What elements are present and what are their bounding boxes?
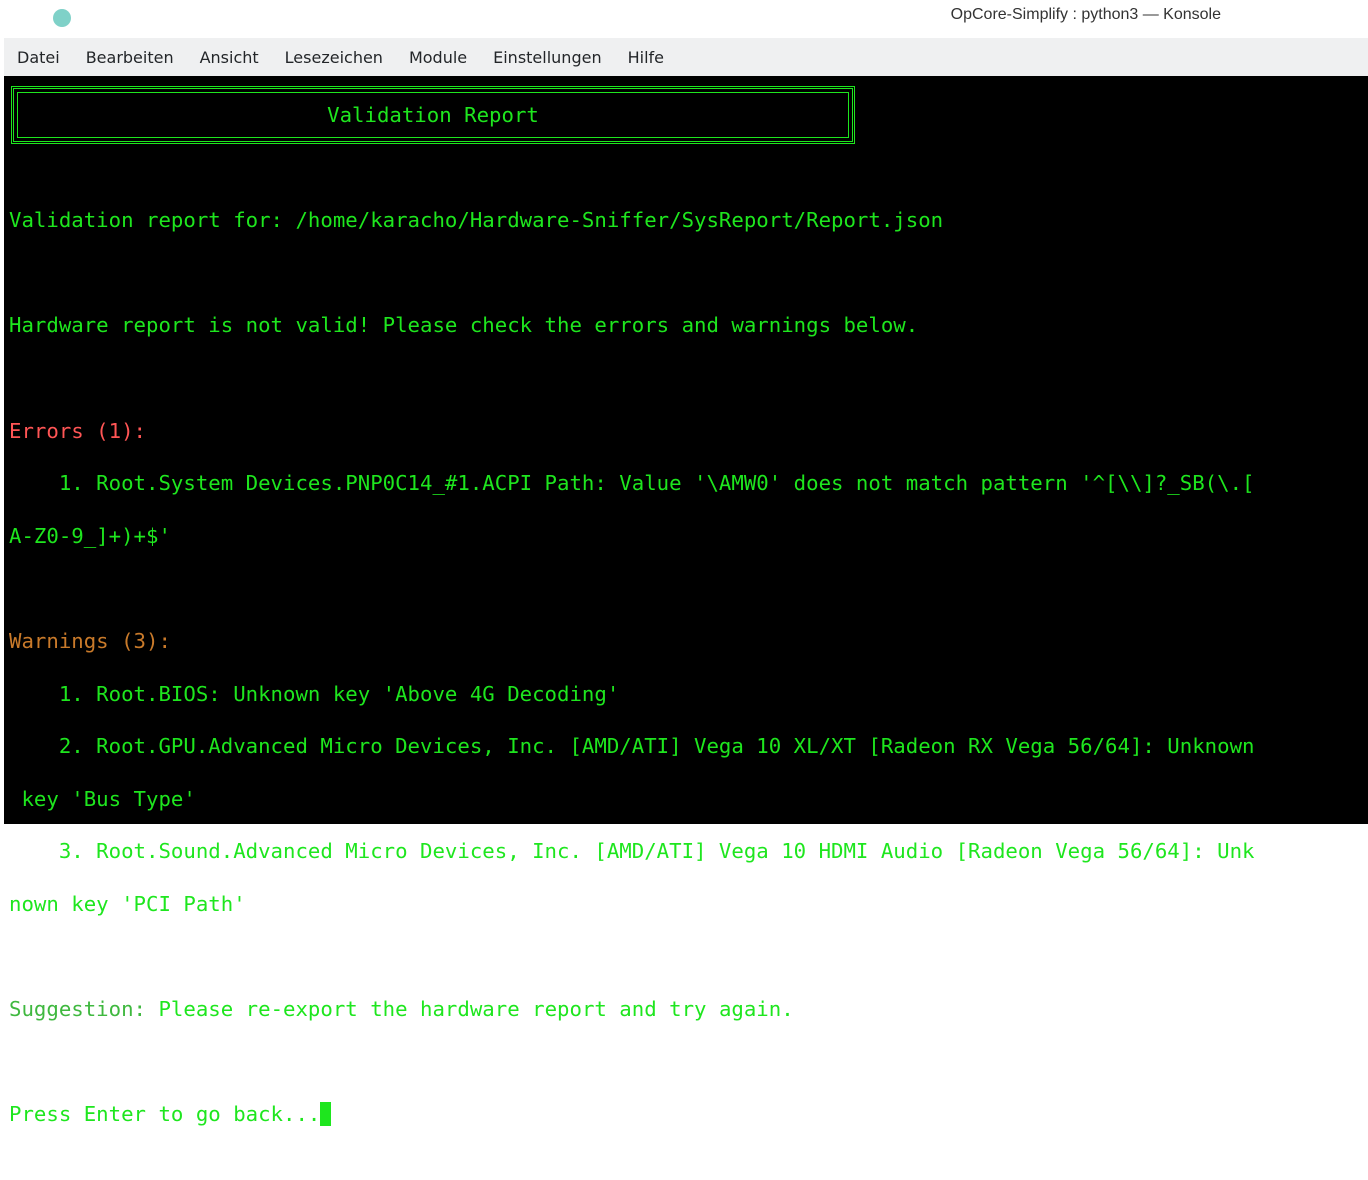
warning-line: 1. Root.BIOS: Unknown key 'Above 4G Deco… bbox=[9, 681, 620, 706]
header-box: Validation Report bbox=[11, 86, 855, 144]
warnings-label: Warnings (3): bbox=[9, 629, 171, 654]
terminal[interactable]: Validation Report Validation report for:… bbox=[4, 76, 1368, 1127]
menu-lesezeichen[interactable]: Lesezeichen bbox=[272, 48, 396, 67]
report-path-line: Validation report for: /home/karacho/Har… bbox=[9, 208, 944, 233]
window-title: OpCore-Simplify : python3 — Konsole bbox=[950, 6, 1221, 23]
prompt-line: Press Enter to go back... bbox=[9, 1101, 1255, 1127]
menu-hilfe[interactable]: Hilfe bbox=[615, 48, 677, 67]
menu-ansicht[interactable]: Ansicht bbox=[187, 48, 272, 67]
header-title: Validation Report bbox=[327, 103, 539, 127]
suggestion-line: Suggestion: Please re-export the hardwar… bbox=[9, 996, 1255, 1022]
errors-label: Errors (1): bbox=[9, 418, 147, 443]
warning-line: nown key 'PCI Path' bbox=[9, 892, 246, 917]
warning-line: 3. Root.Sound.Advanced Micro Devices, In… bbox=[9, 839, 1255, 864]
menu-einstellungen[interactable]: Einstellungen bbox=[480, 48, 614, 67]
menu-datei[interactable]: Datei bbox=[4, 48, 73, 67]
invalid-line: Hardware report is not valid! Please che… bbox=[9, 313, 919, 338]
warning-line: key 'Bus Type' bbox=[9, 786, 196, 811]
suggestion-label: Suggestion: bbox=[9, 997, 147, 1022]
menu-bearbeiten[interactable]: Bearbeiten bbox=[73, 48, 187, 67]
menu-bar: Datei Bearbeiten Ansicht Lesezeichen Mod… bbox=[4, 38, 1368, 76]
error-line: 1. Root.System Devices.PNP0C14_#1.ACPI P… bbox=[9, 471, 1255, 496]
error-line: A-Z0-9_]+)+$' bbox=[9, 523, 171, 548]
terminal-output: Validation report for: /home/karacho/Har… bbox=[9, 181, 1255, 1180]
suggestion-text: Please re-export the hardware report and… bbox=[146, 997, 794, 1022]
warning-line: 2. Root.GPU.Advanced Micro Devices, Inc.… bbox=[9, 734, 1255, 759]
app-icon bbox=[53, 9, 71, 27]
title-bar: OpCore-Simplify : python3 — Konsole bbox=[0, 0, 1368, 38]
prompt-text: Press Enter to go back... bbox=[9, 1102, 321, 1127]
cursor bbox=[320, 1102, 332, 1127]
menu-module[interactable]: Module bbox=[396, 48, 480, 67]
